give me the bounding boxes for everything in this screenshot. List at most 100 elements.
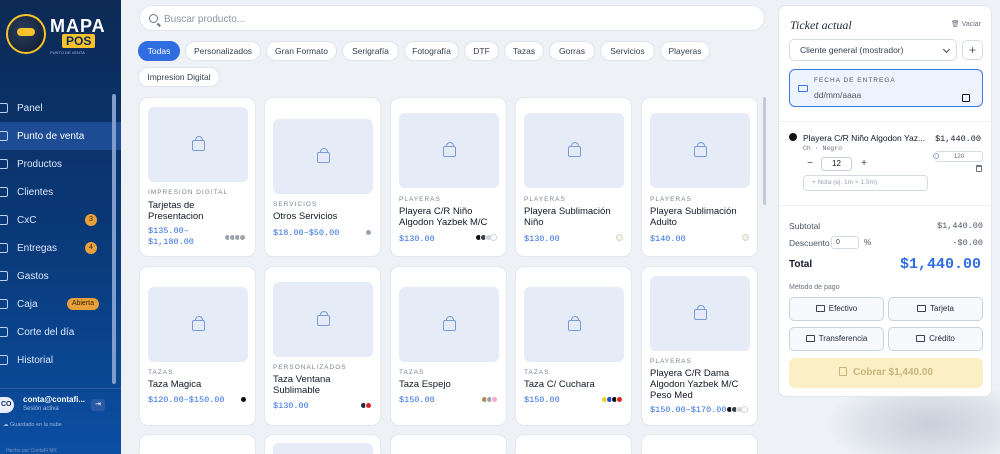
sidebar-item-productos[interactable]: Productos [0,150,121,178]
chip-servicios[interactable]: Servicios [600,41,655,61]
color-dot [490,234,497,241]
chip-playeras[interactable]: Playeras [660,41,710,61]
sidebar-item-clientes[interactable]: Clientes [0,178,121,206]
clear-ticket-label: Vaciar [961,21,981,28]
discount-unit: % [864,238,872,247]
pay-credit-button[interactable]: Crédito [888,327,983,351]
product-name: Playera Sublimación Niño [524,206,611,228]
pay-cash-button[interactable]: Efectivo [789,297,884,321]
product-card[interactable]: PLAYERAS Playera C/R Dama Algodon Yazbek… [641,266,758,426]
footer-credit: Hecho por ContaFi MX [6,448,57,454]
product-card[interactable]: TAZAS Taza Magica $120.00–$150.00 [139,266,256,426]
add-customer-button[interactable]: + [962,40,983,60]
product-image [273,282,373,357]
shopping-bag-icon [192,135,205,151]
chip-dtf[interactable]: DTF [464,41,499,61]
sidebar-item-panel[interactable]: Panel [0,94,121,122]
shopping-bag-icon [568,315,581,331]
product-card[interactable]: TAZAS Taza C/ Cuchara $150.00 [515,266,632,426]
qty-increase-button[interactable]: + [857,158,871,170]
item-note-input[interactable]: + Nota (ej. 1m × 1.5m) [803,175,928,191]
shopping-bag-icon [443,315,456,331]
color-dots [742,234,749,241]
product-card[interactable] [390,434,507,454]
pay-card-button[interactable]: Tarjeta [888,297,983,321]
product-card[interactable] [515,434,632,454]
product-price: $120.00–$150.00 [148,395,225,405]
mapa-pos-logo[interactable]: MAPA POS PUNTO DE VENTA [4,10,116,58]
chip-fotografia[interactable]: Fotografía [404,41,459,61]
sidebar-item-label: Punto de venta [17,130,85,142]
sidebar-item-label: Panel [17,102,43,114]
product-card[interactable] [641,434,758,454]
product-name: Taza Espejo [399,379,451,390]
product-image [148,287,248,362]
chip-impresion-digital[interactable]: Impresion Digital [138,67,220,87]
sidebar-scrollbar[interactable] [112,94,116,384]
subtotal-label: Subtotal [789,221,821,231]
color-dot [365,402,372,409]
shopping-bag-icon [317,310,330,326]
sidebar-item-corte-del-dia[interactable]: Corte del día [0,318,121,346]
chip-serigrafia[interactable]: Serigrafía [342,41,399,61]
sidebar-item-entregas[interactable]: Entregas 4 [0,234,121,262]
product-card[interactable]: PERSONALIZADOS Taza Ventana Sublimable $… [264,266,381,426]
divider [779,205,993,206]
chip-personalizados[interactable]: Personalizados [185,41,261,61]
delivery-date-input[interactable]: dd/mm/aaaa [814,90,976,104]
user-name: conta@contafi... [23,395,86,404]
calendar-icon[interactable] [962,94,970,102]
remove-item-icon[interactable] [976,165,982,172]
charge-button[interactable]: Cobrar $1,440.00 [789,358,983,388]
product-card[interactable]: PLAYERAS Playera Sublimación Niño $130.0… [515,97,632,257]
product-price: $150.00–$170.00 [650,405,727,415]
discount-row: Descuento -$0.00 [789,238,983,248]
search-input[interactable] [164,11,754,27]
product-price: $140.00 [650,234,686,244]
qty-input[interactable]: 12 [821,157,852,171]
sidebar-item-historial[interactable]: Historial [0,346,121,374]
sidebar-item-gastos[interactable]: Gastos [0,262,121,290]
sidebar-item-caja[interactable]: Caja Abierta [0,290,121,318]
product-card[interactable]: PLAYERAS Playera C/R Niño Algodon Yazbek… [390,97,507,257]
discount-amount: -$0.00 [952,238,983,248]
chip-tazas[interactable]: Tazas [504,41,544,61]
chip-gran-formato[interactable]: Gran Formato [266,41,337,61]
pay-cash-label: Efectivo [828,304,858,313]
product-category: PLAYERAS [650,358,692,365]
clock-icon [916,335,926,342]
product-card[interactable]: PLAYERAS Playera Sublimación Adulto $140… [641,97,758,257]
product-category: SERVICIOS [273,201,318,208]
product-card[interactable] [264,434,381,454]
category-chips: Todas Personalizados Gran Formato Serigr… [138,41,768,89]
color-dot [616,234,623,241]
total-label: Total [789,259,813,270]
unit-price-input[interactable]: 120 [935,151,983,162]
color-dot [741,406,748,413]
logout-icon[interactable]: ⇥ [91,399,105,411]
clear-ticket-button[interactable]: 🗑 Vaciar [951,20,981,28]
cashbox-icon [0,299,8,309]
product-card[interactable]: TAZAS Taza Espejo $150.00 [390,266,507,426]
product-category: TAZAS [524,369,550,376]
product-image [524,113,624,188]
chip-todas[interactable]: Todas [138,41,180,61]
product-card[interactable]: IMPRESION DIGITAL Tarjetas de Presentaci… [139,97,256,257]
qty-decrease-button[interactable]: − [803,158,817,170]
sidebar-item-cxc[interactable]: CxC 3 [0,206,121,234]
products-scrollbar[interactable] [763,97,766,205]
chip-gorras[interactable]: Gorras [549,41,595,61]
product-card[interactable] [139,434,256,454]
product-card[interactable]: SERVICIOS Otros Servicios $18.00–$50.00 [264,97,381,257]
pay-transfer-button[interactable]: Transferencia [789,327,884,351]
receipt-icon [838,367,847,376]
product-category: PLAYERAS [524,196,566,203]
count-badge: 3 [85,214,97,226]
customer-select[interactable]: Cliente general (mostrador) [789,39,957,61]
delivery-date-placeholder: dd/mm/aaaa [814,90,862,100]
sidebar-item-punto-de-venta[interactable]: Punto de venta [0,122,121,150]
discount-input[interactable]: 0 [831,236,859,249]
color-dots [240,396,247,403]
shopping-bag-icon [694,141,707,157]
product-price: $18.00–$50.00 [273,228,340,238]
